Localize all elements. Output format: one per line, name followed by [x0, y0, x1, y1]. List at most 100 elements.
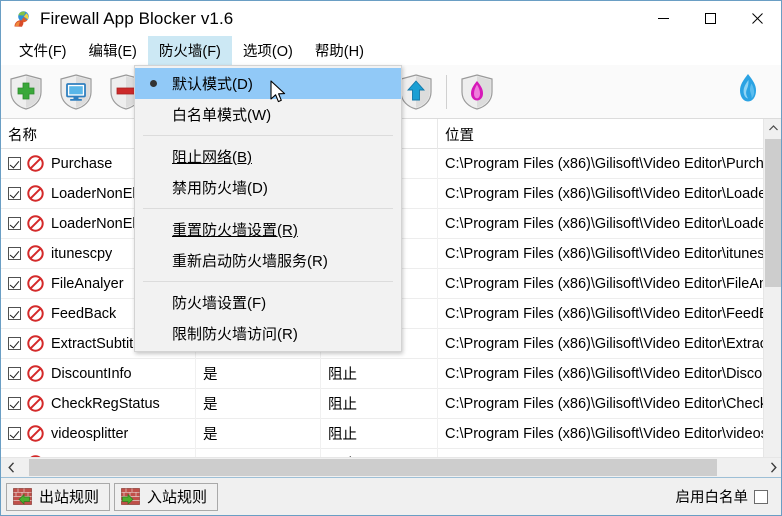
horizontal-scroll-thumb[interactable] [29, 459, 717, 476]
horizontal-scrollbar[interactable] [1, 457, 781, 477]
scroll-right-icon[interactable] [763, 458, 781, 477]
row-checkbox[interactable] [8, 397, 21, 410]
tab-inbound-label: 入站规则 [147, 489, 208, 506]
column-header-path[interactable]: 位置 [438, 119, 781, 149]
tab-outbound-rules[interactable]: 出站规则 [6, 482, 111, 511]
status-bar: 出站规则 入站规则 启用白名单 [1, 477, 781, 515]
vertical-scroll-thumb[interactable] [765, 139, 781, 287]
cell-enabled: 是 [196, 358, 321, 389]
menu-item[interactable]: 防火墙设置(F) [135, 287, 401, 318]
menu-file[interactable]: 文件(F) [8, 36, 78, 65]
blue-flame-button[interactable] [723, 67, 773, 117]
menu-gutter [135, 214, 172, 245]
row-path-label: C:\Program Files (x86)\Gilisoft\Video Ed… [445, 155, 781, 172]
menu-gutter [135, 287, 172, 318]
row-checkbox[interactable] [8, 217, 21, 230]
block-icon [27, 155, 44, 172]
row-checkbox[interactable] [8, 157, 21, 170]
vertical-scrollbar[interactable] [763, 119, 781, 479]
row-path-label: C:\Program Files (x86)\Gilisoft\Video Ed… [445, 365, 781, 382]
row-path-label: C:\Program Files (x86)\Gilisoft\Video Ed… [445, 395, 781, 412]
table-row[interactable]: CheckRegStatus 是阻止 C:\Program Files (x86)\… [1, 388, 781, 419]
row-name-label: DiscountInfo [51, 365, 132, 382]
menu-item[interactable]: 默认模式(D) [135, 68, 401, 99]
block-icon [27, 275, 44, 292]
menu-item[interactable]: 限制防火墙访问(R) [135, 318, 401, 349]
menu-gutter [135, 141, 172, 172]
menu-item-label: 限制防火墙访问(R) [172, 326, 298, 343]
cell-path: C:\Program Files (x86)\Gilisoft\Video Ed… [438, 389, 781, 419]
row-name-label: itunescpy [51, 245, 113, 262]
menu-item[interactable]: 白名单模式(W) [135, 99, 401, 130]
menu-help[interactable]: 帮助(H) [304, 36, 375, 65]
window-title: Firewall App Blocker v1.6 [40, 8, 234, 28]
row-checkbox[interactable] [8, 367, 21, 380]
firewall-dropdown-menu: 默认模式(D) 白名单模式(W) 阻止网络(B) 禁用防火墙(D) 重置防火墙设置(R)… [134, 65, 402, 352]
radio-selected-icon [135, 68, 172, 99]
table-row[interactable]: videosplitter 是阻止 C:\Program Files (x86)\G… [1, 418, 781, 449]
row-name-label: CheckRegStatus [51, 395, 160, 412]
firewall-button[interactable] [452, 67, 502, 117]
row-name-label: FeedBack [51, 305, 117, 322]
cell-name: DiscountInfo [1, 358, 196, 389]
scroll-left-icon[interactable] [1, 458, 21, 477]
menu-edit[interactable]: 编辑(E) [78, 36, 148, 65]
cell-enabled: 是 [196, 388, 321, 419]
whitelist-checkbox[interactable] [754, 489, 768, 504]
row-path-label: C:\Program Files (x86)\Gilisoft\Video Ed… [445, 425, 781, 442]
cell-enabled: 是 [196, 418, 321, 449]
menu-item[interactable]: 阻止网络(B) [135, 141, 401, 172]
menu-item[interactable]: 禁用防火墙(D) [135, 172, 401, 203]
add-rule-button[interactable] [1, 67, 51, 117]
horizontal-scroll-track[interactable] [21, 458, 763, 477]
row-path-label: C:\Program Files (x86)\Gilisoft\Video Ed… [445, 185, 781, 202]
cell-path: C:\Program Files (x86)\Gilisoft\Video Ed… [438, 209, 781, 239]
cell-path: C:\Program Files (x86)\Gilisoft\Video Ed… [438, 299, 781, 329]
menu-item-label: 防火墙设置(F) [172, 295, 267, 312]
row-checkbox[interactable] [8, 307, 21, 320]
row-path-label: C:\Program Files (x86)\Gilisoft\Video Ed… [445, 275, 781, 292]
maximize-button[interactable] [687, 1, 734, 36]
close-button[interactable] [734, 1, 781, 36]
table-row[interactable]: DiscountInfo 是阻止 C:\Program Files (x86)\Gi… [1, 358, 781, 389]
row-path-label: C:\Program Files (x86)\Gilisoft\Video Ed… [445, 245, 781, 262]
menu-firewall[interactable]: 防火墙(F) [147, 36, 232, 65]
menu-gutter [135, 172, 172, 203]
cell-action: 阻止 [321, 418, 438, 449]
block-icon [27, 365, 44, 382]
block-icon [27, 305, 44, 322]
row-checkbox[interactable] [8, 337, 21, 350]
menu-gutter [135, 99, 172, 130]
row-checkbox[interactable] [8, 277, 21, 290]
row-path-label: C:\Program Files (x86)\Gilisoft\Video Ed… [445, 335, 781, 352]
whitelist-toggle[interactable]: 启用白名单 [676, 486, 777, 507]
app-window: Firewall App Blocker v1.6 文件(F) 编辑(E) 防火… [0, 0, 782, 516]
row-path-label: C:\Program Files (x86)\Gilisoft\Video Ed… [445, 215, 781, 232]
menu-item[interactable]: 重新启动防火墙服务(R) [135, 245, 401, 276]
cell-path: C:\Program Files (x86)\Gilisoft\Video Ed… [438, 419, 781, 449]
row-checkbox[interactable] [8, 427, 21, 440]
minimize-button[interactable] [640, 1, 687, 36]
block-icon [27, 245, 44, 262]
cell-name: CheckRegStatus [1, 388, 196, 419]
menu-options[interactable]: 选项(O) [232, 36, 304, 65]
row-path-label: C:\Program Files (x86)\Gilisoft\Video Ed… [445, 305, 781, 322]
tab-inbound-rules[interactable]: 入站规则 [114, 482, 219, 511]
menu-item[interactable]: 重置防火墙设置(R) [135, 214, 401, 245]
menu-item-label: 重置防火墙设置(R) [172, 222, 298, 239]
row-name-label: ExtractSubtitle [51, 335, 145, 352]
menu-item-label: 默认模式(D) [172, 76, 253, 93]
menu-item-label: 白名单模式(W) [172, 107, 272, 124]
cell-path: C:\Program Files (x86)\Gilisoft\Video Ed… [438, 179, 781, 209]
row-name-label: LoaderNonEl [51, 185, 136, 202]
add-window-button[interactable] [51, 67, 101, 117]
cell-path: C:\Program Files (x86)\Gilisoft\Video Ed… [438, 239, 781, 269]
block-icon [27, 185, 44, 202]
window-controls [640, 1, 781, 36]
scroll-up-icon[interactable] [764, 119, 781, 137]
menu-separator [143, 281, 393, 282]
row-name-label: LoaderNonEl [51, 215, 136, 232]
cell-action: 阻止 [321, 358, 438, 389]
row-checkbox[interactable] [8, 187, 21, 200]
row-checkbox[interactable] [8, 247, 21, 260]
